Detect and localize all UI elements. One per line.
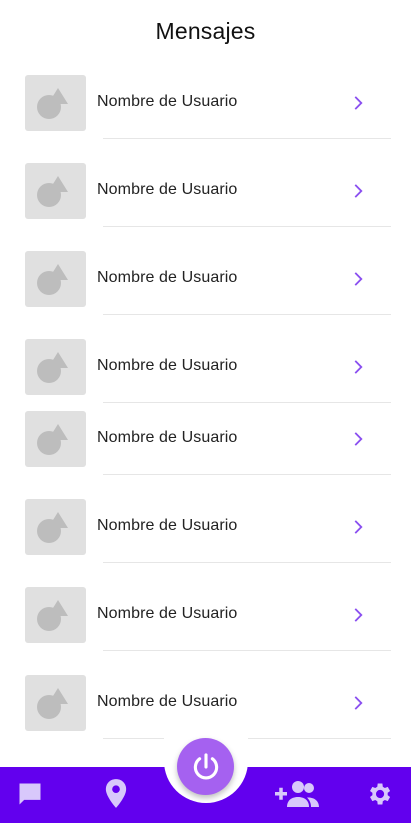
power-icon bbox=[193, 752, 218, 779]
avatar bbox=[25, 499, 86, 555]
message-row[interactable]: Nombre de Usuario bbox=[0, 499, 411, 563]
row-divider bbox=[103, 474, 391, 475]
chevron-right-icon[interactable] bbox=[348, 180, 370, 202]
username: Nombre de Usuario bbox=[97, 93, 238, 110]
image-placeholder-icon bbox=[37, 352, 68, 383]
location-pin-icon[interactable] bbox=[103, 778, 129, 810]
chevron-right-icon[interactable] bbox=[348, 92, 370, 114]
username: Nombre de Usuario bbox=[97, 517, 238, 534]
chevron-right-icon[interactable] bbox=[348, 516, 370, 538]
avatar bbox=[25, 163, 86, 219]
row-divider bbox=[103, 226, 391, 227]
message-row[interactable]: Nombre de Usuario bbox=[0, 411, 411, 475]
image-placeholder-icon bbox=[37, 600, 68, 631]
chevron-right-icon[interactable] bbox=[348, 356, 370, 378]
image-placeholder-icon bbox=[37, 264, 68, 295]
image-placeholder-icon bbox=[37, 688, 68, 719]
image-placeholder-icon bbox=[37, 512, 68, 543]
message-row[interactable]: Nombre de Usuario bbox=[0, 339, 411, 403]
avatar bbox=[25, 75, 86, 131]
gear-icon[interactable] bbox=[365, 780, 393, 808]
avatar bbox=[25, 675, 86, 731]
app-header: Mensajes bbox=[0, 0, 411, 62]
row-divider bbox=[103, 314, 391, 315]
image-placeholder-icon bbox=[37, 176, 68, 207]
avatar bbox=[25, 251, 86, 307]
chevron-right-icon[interactable] bbox=[348, 428, 370, 450]
message-row[interactable]: Nombre de Usuario bbox=[0, 587, 411, 651]
image-placeholder-icon bbox=[37, 424, 68, 455]
chevron-right-icon[interactable] bbox=[348, 268, 370, 290]
avatar bbox=[25, 339, 86, 395]
username: Nombre de Usuario bbox=[97, 429, 238, 446]
row-divider bbox=[103, 562, 391, 563]
row-divider bbox=[103, 138, 391, 139]
add-group-icon[interactable] bbox=[274, 779, 320, 811]
username: Nombre de Usuario bbox=[97, 181, 238, 198]
image-placeholder-icon bbox=[37, 88, 68, 119]
username: Nombre de Usuario bbox=[97, 357, 238, 374]
avatar bbox=[25, 411, 86, 467]
message-row[interactable]: Nombre de Usuario bbox=[0, 75, 411, 139]
chevron-right-icon[interactable] bbox=[348, 604, 370, 626]
page-title: Mensajes bbox=[155, 17, 256, 44]
message-row[interactable]: Nombre de Usuario bbox=[0, 163, 411, 227]
message-row[interactable]: Nombre de Usuario bbox=[0, 675, 411, 739]
avatar bbox=[25, 587, 86, 643]
row-divider bbox=[103, 402, 391, 403]
username: Nombre de Usuario bbox=[97, 693, 238, 710]
username: Nombre de Usuario bbox=[97, 269, 238, 286]
row-divider bbox=[103, 650, 391, 651]
power-button[interactable] bbox=[177, 738, 234, 795]
chevron-right-icon[interactable] bbox=[348, 692, 370, 714]
message-row[interactable]: Nombre de Usuario bbox=[0, 251, 411, 315]
chat-icon[interactable] bbox=[16, 780, 44, 808]
username: Nombre de Usuario bbox=[97, 605, 238, 622]
